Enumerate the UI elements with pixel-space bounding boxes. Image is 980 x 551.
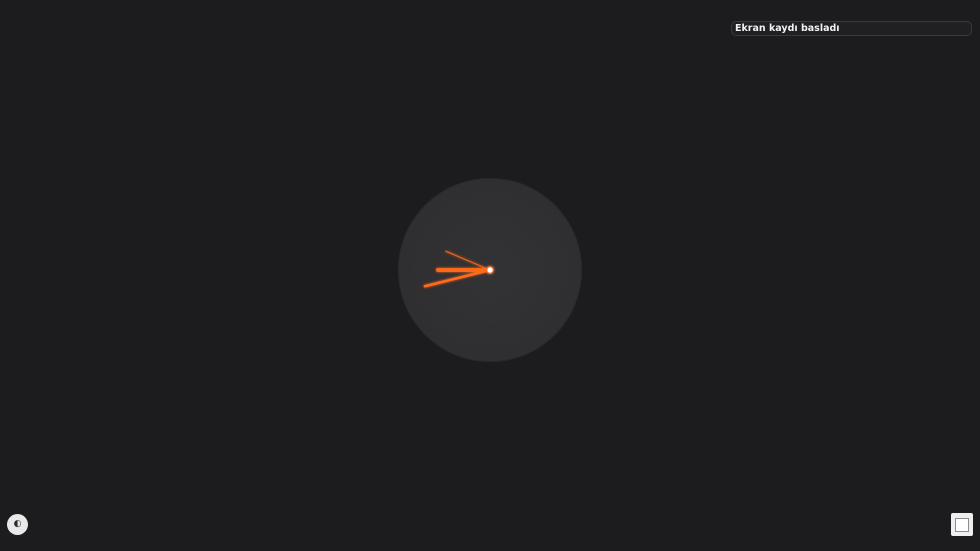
notification-text: Ekran kaydı basladı <box>735 23 840 34</box>
hour-hand <box>423 268 492 288</box>
recording-notification: Ekran kaydı basladı <box>731 21 972 36</box>
half-circle-icon: ◐ <box>13 519 22 529</box>
stop-square-icon <box>955 517 969 532</box>
desktop-screen: Ekran kaydı basladı ◐ <box>0 0 980 551</box>
stop-recording-button[interactable] <box>951 513 973 536</box>
analog-clock <box>398 178 582 362</box>
clock-face <box>423 250 494 288</box>
clock-center-pin <box>486 266 494 274</box>
second-hand <box>445 250 491 271</box>
theme-toggle-button[interactable]: ◐ <box>7 514 28 535</box>
